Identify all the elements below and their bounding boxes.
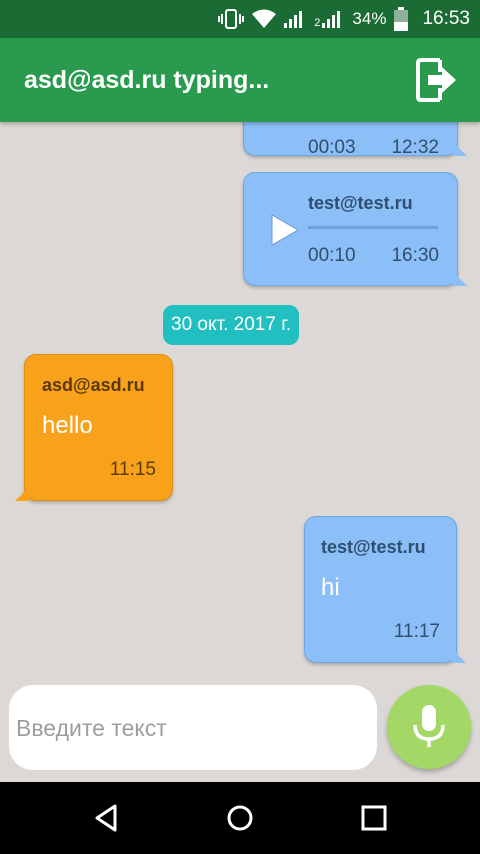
message-sender: test@test.ru bbox=[321, 537, 426, 557]
system-nav-bar bbox=[0, 782, 480, 854]
signal-1-icon bbox=[284, 11, 303, 28]
message-sender: test@test.ru bbox=[308, 193, 413, 213]
battery-percent: 34% bbox=[352, 9, 387, 28]
clock: 16:53 bbox=[422, 8, 470, 29]
exit-icon bbox=[416, 58, 456, 102]
voice-message-bubble[interactable]: 00:03 12:32 bbox=[243, 122, 467, 158]
nav-back-button[interactable] bbox=[89, 800, 125, 836]
message-time: 12:32 bbox=[391, 137, 439, 158]
microphone-icon bbox=[413, 705, 445, 747]
voice-duration: 00:03 bbox=[308, 137, 356, 158]
voice-progress-track[interactable] bbox=[308, 226, 438, 229]
sim2-label: 2 bbox=[314, 17, 321, 29]
message-time: 11:17 bbox=[393, 621, 440, 642]
message-input[interactable]: Введите текст bbox=[9, 685, 377, 770]
nav-recents-button[interactable] bbox=[356, 800, 392, 836]
status-bar: 2 34% 16:53 bbox=[0, 0, 480, 38]
back-icon bbox=[95, 804, 117, 832]
message-input-placeholder: Введите текст bbox=[16, 715, 167, 741]
exit-button[interactable] bbox=[416, 56, 458, 104]
play-icon[interactable] bbox=[270, 213, 300, 247]
app-bar: asd@asd.ru typing... bbox=[0, 38, 480, 122]
battery-icon bbox=[394, 7, 409, 31]
message-list[interactable]: 00:03 12:32 test@test.ru 00:10 16:30 30 … bbox=[0, 122, 480, 682]
recents-icon bbox=[361, 805, 387, 831]
incoming-message-bubble[interactable]: asd@asd.ru hello 11:15 bbox=[15, 354, 173, 501]
message-time: 11:15 bbox=[109, 459, 156, 480]
message-sender: asd@asd.ru bbox=[42, 375, 145, 395]
record-voice-button[interactable] bbox=[387, 685, 471, 769]
home-icon bbox=[227, 805, 253, 831]
message-text: hi bbox=[321, 574, 340, 601]
voice-duration: 00:10 bbox=[308, 245, 356, 266]
message-text: hello bbox=[42, 412, 93, 439]
chat-title: asd@asd.ru typing... bbox=[24, 66, 270, 94]
vibrate-icon bbox=[218, 9, 245, 29]
signal-2-icon bbox=[322, 11, 341, 28]
nav-home-button[interactable] bbox=[222, 800, 258, 836]
wifi-icon bbox=[252, 9, 277, 28]
date-divider: 30 окт. 2017 г. bbox=[163, 305, 300, 345]
voice-message-bubble[interactable]: test@test.ru 00:10 16:30 bbox=[243, 172, 467, 286]
message-time: 16:30 bbox=[391, 245, 439, 266]
outgoing-message-bubble[interactable]: test@test.ru hi 11:17 bbox=[304, 516, 466, 663]
